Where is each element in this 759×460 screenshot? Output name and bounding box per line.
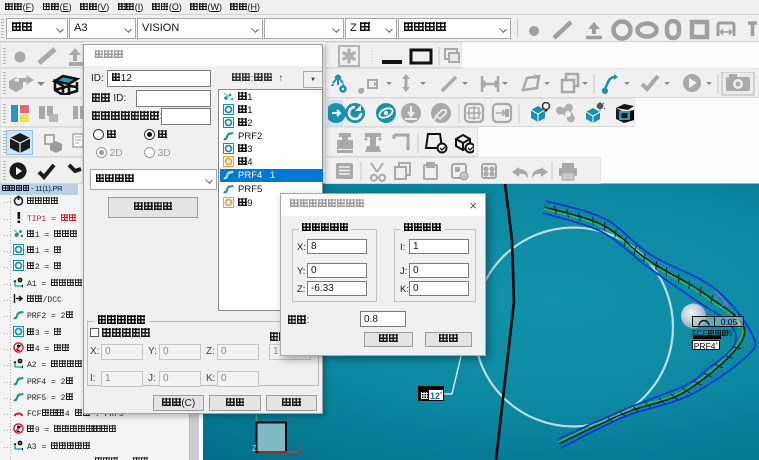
svg-text:X: X (297, 445, 304, 456)
svg-text:Z: Z (252, 444, 257, 453)
